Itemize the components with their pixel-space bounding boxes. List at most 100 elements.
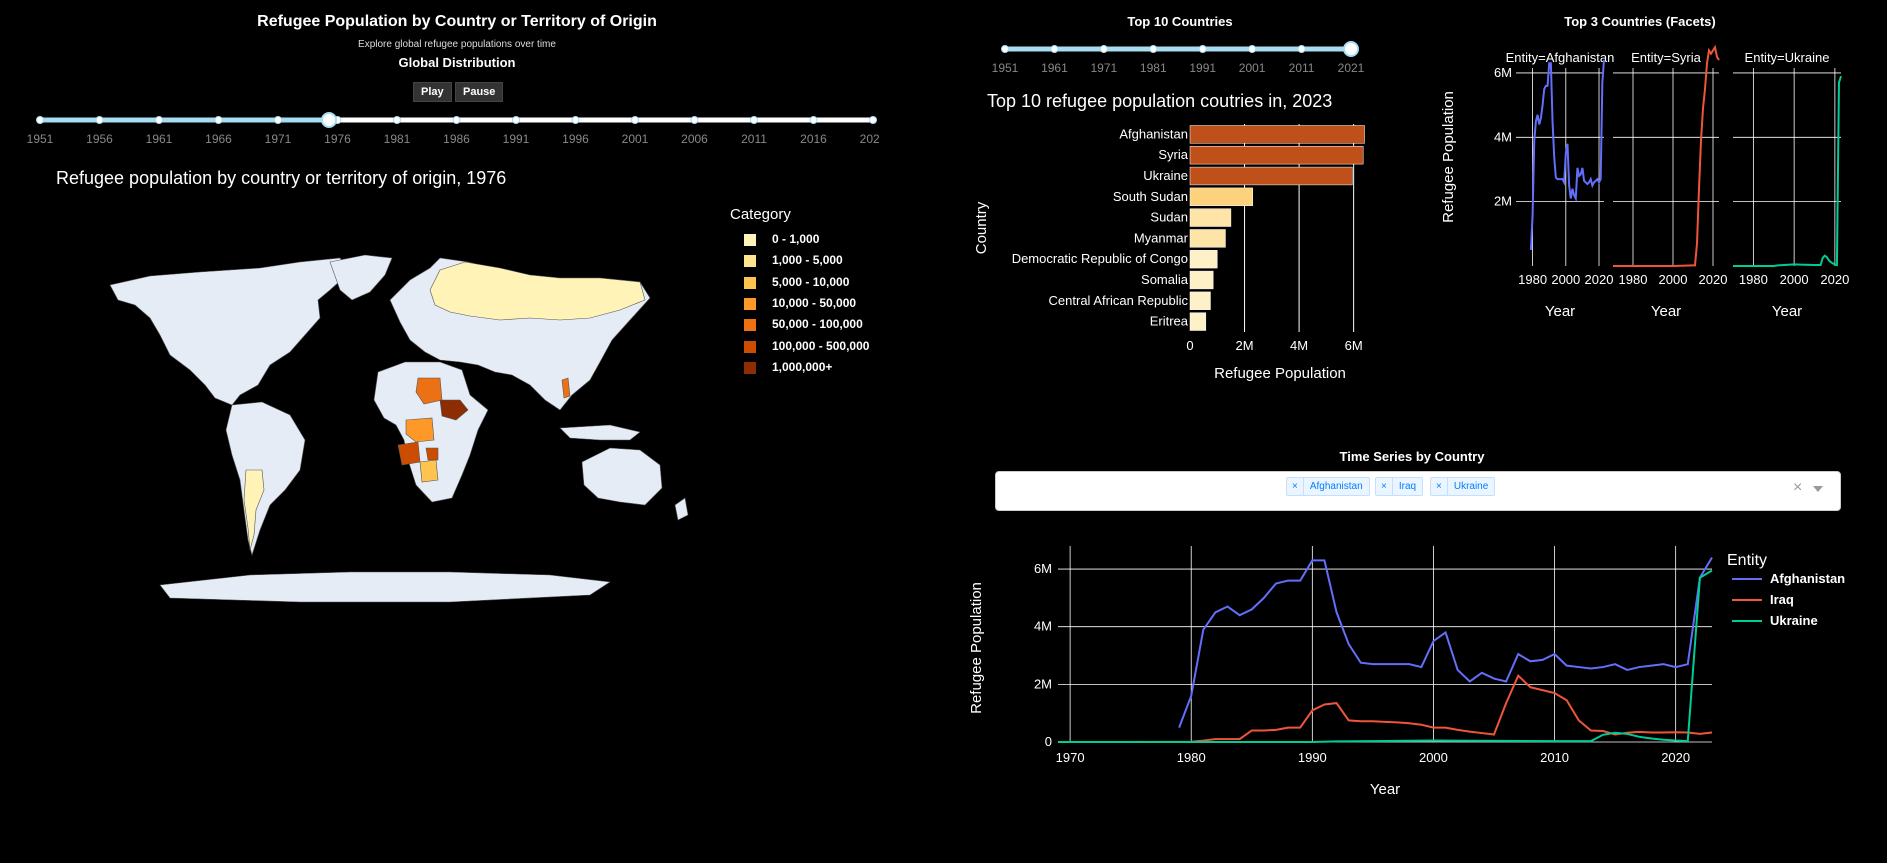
year-slider-dot[interactable]: [214, 116, 223, 124]
year-slider-dot[interactable]: [393, 116, 401, 124]
top10-slider-label[interactable]: 2001: [1239, 61, 1266, 75]
ts-legend-label[interactable]: Iraq: [1770, 592, 1794, 607]
map-region-greenland[interactable]: [329, 254, 393, 301]
top10-slider-label[interactable]: 1971: [1091, 61, 1118, 75]
top10-slider-dot[interactable]: [1297, 45, 1306, 53]
legend-swatch: [744, 340, 756, 353]
ts-x-tick: 2020: [1661, 750, 1690, 765]
map-region-new-zealand[interactable]: [674, 497, 689, 521]
top10-bar[interactable]: [1189, 270, 1214, 290]
chevron-down-icon[interactable]: [1813, 486, 1823, 492]
top10-bar[interactable]: [1189, 125, 1365, 144]
map-country-russia[interactable]: [429, 261, 646, 321]
year-slider-dot[interactable]: [36, 116, 44, 124]
year-slider-label[interactable]: 2016: [800, 132, 827, 146]
year-slider-dot[interactable]: [274, 116, 282, 124]
map-country-angola[interactable]: [397, 441, 421, 466]
pause-button[interactable]: Pause: [455, 82, 504, 102]
ts-y-axis-label: Refugee Population: [970, 582, 985, 714]
chip-ukraine[interactable]: × Ukraine: [1430, 477, 1496, 496]
year-slider-label[interactable]: 1981: [384, 132, 411, 146]
top10-slider-label[interactable]: 1981: [1140, 61, 1167, 75]
top10-bar[interactable]: [1189, 208, 1232, 227]
top10-slider-label[interactable]: 1961: [1041, 61, 1068, 75]
map-region-antarctica[interactable]: [159, 571, 611, 603]
year-slider-label[interactable]: 1971: [265, 132, 292, 146]
top10-slider-dot[interactable]: [1001, 45, 1009, 53]
year-slider-label[interactable]: 2011: [741, 132, 767, 146]
year-slider-label[interactable]: 1951: [27, 132, 54, 146]
year-slider-dot[interactable]: [571, 116, 580, 124]
top10-slider-label[interactable]: 2011: [1289, 61, 1315, 75]
top10-slider-dot[interactable]: [1099, 45, 1108, 53]
facet-line[interactable]: [1529, 60, 1605, 250]
top10-slider-label[interactable]: 2021: [1338, 61, 1365, 75]
year-slider-label[interactable]: 1956: [86, 132, 113, 146]
chip-remove-icon[interactable]: ×: [1287, 478, 1304, 495]
facet-x-axis-label: Year: [1545, 303, 1575, 320]
top10-bar[interactable]: [1189, 250, 1218, 269]
year-slider-label[interactable]: 1986: [443, 132, 470, 146]
year-slider-label[interactable]: 1966: [205, 132, 232, 146]
chip-afghanistan[interactable]: × Afghanistan: [1286, 477, 1370, 496]
play-button[interactable]: Play: [413, 82, 452, 102]
facets-chart[interactable]: Refugee Population Entity=Afghanistan 1980…: [1430, 44, 1887, 334]
top10-slider-dot[interactable]: [1050, 45, 1059, 53]
map-region-north-america[interactable]: [109, 257, 351, 406]
year-slider-dot[interactable]: [750, 116, 758, 124]
chip-label: Ukraine: [1453, 481, 1489, 492]
map-region-indonesia[interactable]: [559, 424, 641, 441]
year-slider-dot[interactable]: [155, 116, 163, 124]
ts-line[interactable]: [1058, 569, 1713, 743]
top10-slider-label[interactable]: 1991: [1189, 61, 1216, 75]
year-slider-dot[interactable]: [809, 116, 818, 124]
top10-slider-handle[interactable]: [1343, 41, 1359, 57]
facet-line[interactable]: [1733, 75, 1842, 267]
top10-category-label: Afghanistan: [1119, 126, 1188, 141]
year-slider-dot[interactable]: [452, 116, 461, 124]
year-slider-dot[interactable]: [95, 116, 104, 124]
chip-remove-icon[interactable]: ×: [1376, 478, 1393, 495]
top10-bar[interactable]: [1189, 312, 1207, 331]
year-slider-dot[interactable]: [869, 116, 877, 124]
year-slider-label[interactable]: 1961: [146, 132, 173, 146]
year-slider[interactable]: 1951 1956 1961 1966 1971 1976 1981 1986 1991 1996…: [20, 106, 880, 150]
year-slider-label[interactable]: 1996: [562, 132, 589, 146]
facet-x-axis-label: Year: [1651, 303, 1681, 320]
ts-x-tick: 1980: [1177, 750, 1206, 765]
year-slider-dot[interactable]: [512, 116, 520, 124]
world-map[interactable]: [30, 240, 730, 610]
clear-all-icon[interactable]: ×: [1793, 479, 1802, 497]
year-slider-label[interactable]: 2021: [860, 132, 880, 146]
top10-bar[interactable]: [1189, 146, 1364, 165]
timeseries-line-chart[interactable]: 0 2M 4M 6M 1970 1980 1990 2000 2010 2020 Year Refug…: [970, 530, 1880, 820]
facet-line[interactable]: [1613, 44, 1720, 267]
top10-bar[interactable]: [1189, 291, 1211, 310]
top10-bar-chart[interactable]: Afghanistan Syria Ukraine South Sudan Sudan M…: [960, 118, 1380, 388]
year-slider-handle[interactable]: [321, 112, 337, 128]
map-country-zimbabwe[interactable]: [425, 447, 439, 461]
year-slider-dot[interactable]: [631, 116, 639, 124]
year-slider-label[interactable]: 1976: [324, 132, 351, 146]
year-slider-dot[interactable]: [690, 116, 699, 124]
map-region-south-america[interactable]: [225, 401, 306, 557]
top10-bar[interactable]: [1189, 166, 1353, 186]
map-region-australia[interactable]: [581, 447, 663, 506]
top10-slider-dot[interactable]: [1198, 45, 1207, 53]
chip-remove-icon[interactable]: ×: [1431, 478, 1448, 495]
year-slider-label[interactable]: 2001: [622, 132, 649, 146]
year-slider-label[interactable]: 1991: [503, 132, 530, 146]
top10-year-slider[interactable]: 1951 1961 1971 1981 1991 2001 2011 2021: [990, 38, 1370, 78]
year-slider-label[interactable]: 2006: [681, 132, 708, 146]
top10-slider-dot[interactable]: [1149, 45, 1158, 53]
top10-slider-label[interactable]: 1951: [992, 61, 1019, 75]
map-country-mozambique[interactable]: [419, 459, 439, 483]
top10-bar[interactable]: [1189, 187, 1253, 206]
ts-legend-label[interactable]: Afghanistan: [1770, 571, 1845, 586]
top10-slider-dot[interactable]: [1248, 45, 1257, 53]
ts-line[interactable]: [1178, 557, 1713, 728]
top10-category-label: Ukraine: [1143, 168, 1188, 183]
chip-iraq[interactable]: × Iraq: [1375, 477, 1424, 496]
top10-bar[interactable]: [1189, 229, 1226, 248]
ts-legend-label[interactable]: Ukraine: [1770, 613, 1818, 628]
